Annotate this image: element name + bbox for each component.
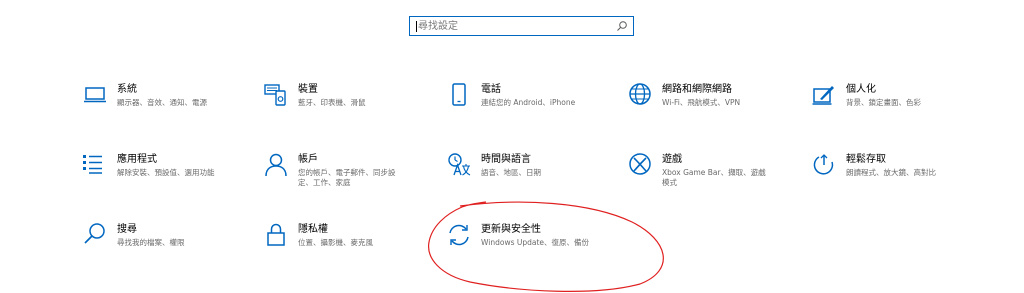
search-input[interactable]: 尋找設定 bbox=[409, 16, 634, 36]
tile-description: 顯示器、音效、通知、電源 bbox=[117, 98, 207, 107]
text-caret bbox=[416, 21, 417, 32]
xbox-icon bbox=[627, 152, 653, 178]
tile-description: 解除安裝、預設值、選用功能 bbox=[117, 168, 215, 177]
tile-title: 帳戶 bbox=[298, 154, 318, 165]
tile-description: 尋找我的檔案、權限 bbox=[117, 238, 185, 247]
tile-ease-of-access[interactable]: 輕鬆存取 朗讀程式、放大鏡、高對比 bbox=[811, 152, 961, 196]
personalization-icon bbox=[811, 82, 837, 108]
tile-search[interactable]: 搜尋 尋找我的檔案、權限 bbox=[82, 222, 232, 266]
tile-description: 您的帳戶、電子郵件、同步設定、工作、家庭 bbox=[298, 168, 396, 187]
phone-icon bbox=[446, 82, 472, 108]
devices-icon bbox=[263, 82, 289, 108]
tile-accounts[interactable]: 帳戶 您的帳戶、電子郵件、同步設定、工作、家庭 bbox=[263, 152, 413, 196]
laptop-icon bbox=[82, 82, 108, 108]
tile-description: 藍牙、印表機、滑鼠 bbox=[298, 98, 366, 107]
tile-title: 裝置 bbox=[298, 84, 318, 95]
tile-title: 輕鬆存取 bbox=[846, 154, 886, 165]
tile-description: 背景、鎖定畫面、色彩 bbox=[846, 98, 921, 107]
search-placeholder: 尋找設定 bbox=[418, 21, 458, 32]
tile-privacy[interactable]: 隱私權 位置、攝影機、麥克風 bbox=[263, 222, 413, 266]
person-icon bbox=[263, 152, 289, 178]
tile-title: 遊戲 bbox=[662, 154, 682, 165]
tile-title: 隱私權 bbox=[298, 224, 328, 235]
tile-update-security[interactable]: 更新與安全性 Windows Update、復原、備份 bbox=[446, 222, 616, 266]
tile-devices[interactable]: 裝置 藍牙、印表機、滑鼠 bbox=[263, 82, 413, 126]
tile-description: 位置、攝影機、麥克風 bbox=[298, 238, 373, 247]
tile-phone[interactable]: 電話 連結您的 Android、iPhone bbox=[446, 82, 596, 126]
tile-title: 時間與語言 bbox=[481, 154, 531, 165]
search-icon bbox=[82, 222, 108, 248]
tile-title: 搜尋 bbox=[117, 224, 137, 235]
tile-description: 語音、地區、日期 bbox=[481, 168, 541, 177]
tile-network-internet[interactable]: 網路和網際網路 Wi-Fi、飛航模式、VPN bbox=[627, 82, 777, 126]
tile-title: 網路和網際網路 bbox=[662, 84, 732, 95]
tile-personalization[interactable]: 個人化 背景、鎖定畫面、色彩 bbox=[811, 82, 961, 126]
tile-title: 應用程式 bbox=[117, 154, 157, 165]
tile-system[interactable]: 系統 顯示器、音效、通知、電源 bbox=[82, 82, 232, 126]
globe-icon bbox=[627, 82, 653, 108]
tile-title: 系統 bbox=[117, 84, 137, 95]
tile-description: Xbox Game Bar、擷取、遊戲模式 bbox=[662, 168, 766, 187]
apps-list-icon bbox=[82, 152, 108, 178]
tile-title: 個人化 bbox=[846, 84, 876, 95]
tile-time-language[interactable]: 時間與語言 語音、地區、日期 bbox=[446, 152, 596, 196]
settings-home: 尋找設定 系統 顯示器、音效、通知、電源 裝置 藍牙、印表機、滑鼠 電話 連結您… bbox=[0, 0, 1024, 293]
lock-icon bbox=[263, 222, 289, 248]
ease-of-access-icon bbox=[811, 152, 837, 178]
tile-gaming[interactable]: 遊戲 Xbox Game Bar、擷取、遊戲模式 bbox=[627, 152, 777, 196]
search-magnifier-icon bbox=[617, 21, 627, 31]
tile-apps[interactable]: 應用程式 解除安裝、預設值、選用功能 bbox=[82, 152, 232, 196]
tile-description: Wi-Fi、飛航模式、VPN bbox=[662, 98, 741, 107]
sync-icon bbox=[446, 222, 472, 248]
tile-description: 朗讀程式、放大鏡、高對比 bbox=[846, 168, 936, 177]
tile-description: 連結您的 Android、iPhone bbox=[481, 98, 576, 107]
time-language-icon bbox=[446, 152, 472, 178]
tile-title: 電話 bbox=[481, 84, 501, 95]
tile-title: 更新與安全性 bbox=[481, 224, 541, 235]
tile-description: Windows Update、復原、備份 bbox=[481, 238, 590, 247]
